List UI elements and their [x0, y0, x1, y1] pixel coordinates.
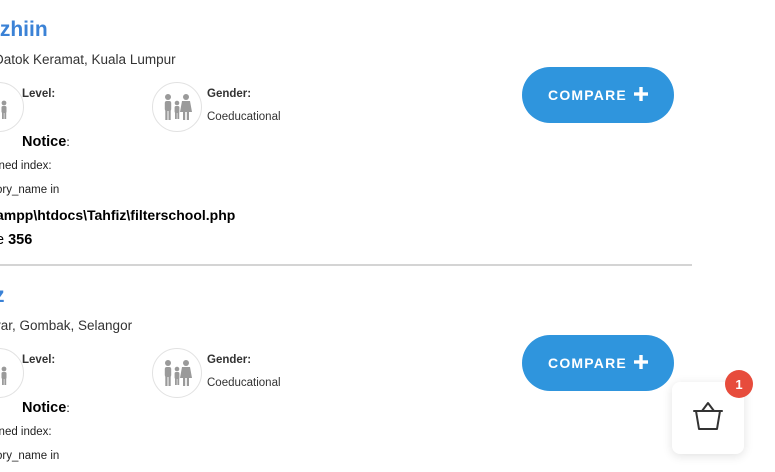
plus-icon	[633, 85, 648, 105]
school-name-link[interactable]: izhiin	[0, 18, 48, 42]
gender-icon	[152, 82, 202, 132]
notice-heading: Notice:	[22, 134, 70, 150]
notice-label: Notice	[22, 400, 67, 416]
basket-icon	[691, 400, 725, 437]
error-message-line: ory_name in	[0, 450, 60, 462]
compare-button[interactable]: COMPARE	[522, 67, 674, 123]
school-card: izhiin Datok Keramat, Kuala Lumpur Level…	[0, 0, 692, 266]
level-label: Level:	[22, 354, 56, 366]
school-name-link[interactable]: z	[0, 284, 5, 308]
error-line-prefix: e	[0, 232, 5, 248]
compare-button-label: COMPARE	[548, 355, 627, 371]
notice-colon: :	[66, 401, 70, 415]
notice-colon: :	[66, 135, 70, 149]
gender-icon	[152, 348, 202, 398]
compare-button[interactable]: COMPARE	[522, 335, 674, 391]
error-message-line: ined index:	[0, 426, 52, 438]
level-icon	[0, 348, 24, 398]
school-card: z var, Gombak, Selangor Level: Gender: C…	[0, 266, 692, 472]
notice-heading: Notice:	[22, 400, 70, 416]
cart-count-badge: 1	[725, 370, 753, 398]
gender-value: Coeducational	[207, 377, 281, 389]
compare-button-label: COMPARE	[548, 87, 627, 103]
gender-label: Gender:	[207, 354, 252, 366]
notice-label: Notice	[22, 134, 67, 150]
error-line-number: e 356	[0, 232, 32, 248]
plus-icon	[633, 353, 648, 373]
gender-label: Gender:	[207, 88, 252, 100]
gender-value: Coeducational	[207, 111, 281, 123]
level-icon	[0, 82, 24, 132]
error-file-path: ampp\htdocs\Tahfiz\filterschool.php	[0, 207, 236, 223]
school-location: Datok Keramat, Kuala Lumpur	[0, 52, 176, 67]
error-message-line: ined index:	[0, 160, 52, 172]
level-label: Level:	[22, 88, 56, 100]
school-location: var, Gombak, Selangor	[0, 318, 133, 333]
error-line-value: 356	[8, 232, 33, 248]
error-message-line: ory_name in	[0, 184, 60, 196]
